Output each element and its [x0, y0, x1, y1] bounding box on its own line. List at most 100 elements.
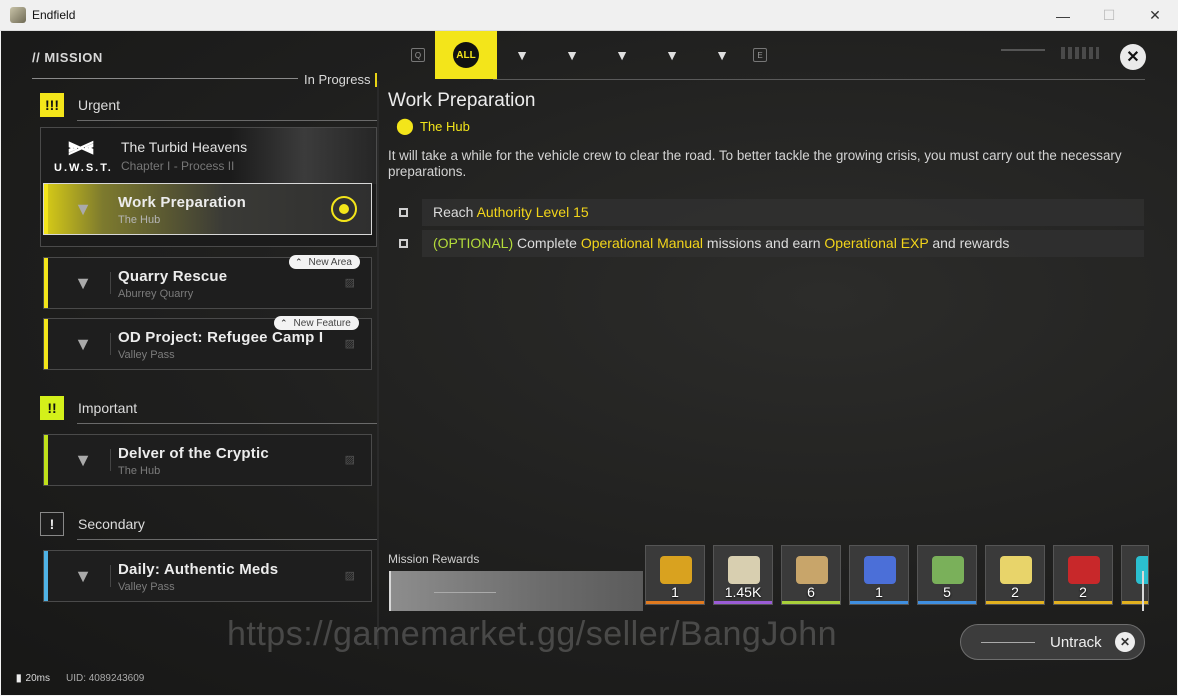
reward-item[interactable]: 2: [1053, 545, 1113, 605]
list-item-work-preparation[interactable]: ▼ Work Preparation The Hub: [43, 183, 372, 235]
rarity-bar: [782, 601, 840, 604]
task-accent: [44, 319, 48, 369]
reward-item[interactable]: 1.45K: [713, 545, 773, 605]
reward-count: 6: [807, 584, 815, 600]
list-item-delver[interactable]: ▼ Delver of the Cryptic The Hub ▨: [43, 434, 372, 486]
e-key-icon[interactable]: E: [753, 48, 767, 62]
tab-urgent-icon[interactable]: ▼: [497, 31, 547, 79]
objective-row: Reach Authority Level 15: [388, 199, 1144, 226]
secondary-badge-icon: !: [40, 512, 64, 536]
untrack-button[interactable]: Untrack ✕: [960, 624, 1145, 660]
decoration: [434, 592, 496, 593]
search-key-icon[interactable]: Q: [411, 48, 425, 62]
section-label: Important: [78, 400, 138, 416]
task-accent: [44, 184, 48, 234]
rewards-list: 1 1.45K 6 1 5 2 2: [645, 545, 1149, 605]
section-secondary: ! Secondary: [40, 512, 145, 536]
divider: [77, 423, 377, 424]
close-icon[interactable]: ✕: [1120, 44, 1146, 70]
tab-all-label: ALL: [453, 42, 479, 68]
reward-item[interactable]: 2: [985, 545, 1045, 605]
stripes-icon: ▨: [344, 277, 355, 289]
important-badge-icon: !!: [40, 396, 64, 420]
window-title: Endfield: [32, 8, 76, 22]
task-title: OD Project: Refugee Camp I: [118, 329, 324, 346]
task-title: Quarry Rescue: [118, 268, 228, 285]
task-title: Delver of the Cryptic: [118, 445, 269, 462]
section-urgent: !!! Urgent: [40, 93, 120, 117]
watermark: https://gamemarket.gg/seller/BangJohn: [227, 615, 838, 653]
uwst-logo-icon: ⫸⫷ U.W.S.T.: [54, 133, 113, 174]
ticket-icon: [728, 556, 760, 584]
tab-important-icon[interactable]: ▼: [547, 31, 597, 79]
tracking-target-icon[interactable]: [331, 196, 357, 222]
task-accent: [44, 551, 48, 601]
untrack-label: Untrack: [1050, 634, 1102, 651]
status-bar: ▮ 20ms UID: 4089243609: [16, 673, 144, 684]
mission-type-icon: ▼: [74, 333, 92, 354]
reward-item[interactable]: 1: [645, 545, 705, 605]
divider: [110, 333, 111, 355]
chevron-up-icon: ⌃: [295, 256, 303, 267]
uid-value: UID: 4089243609: [65, 673, 145, 684]
red-crystal-icon: [1068, 556, 1100, 584]
rarity-bar: [714, 601, 772, 604]
chevron-up-icon: ⌃: [280, 317, 288, 328]
maximize-button[interactable]: ☐: [1086, 0, 1132, 31]
rarity-bar: [1054, 601, 1112, 604]
ping-value: 20ms: [25, 673, 50, 684]
stripes-icon: ▨: [344, 454, 355, 466]
app-icon: [10, 7, 26, 23]
reward-count: 1: [875, 584, 883, 600]
close-icon: ✕: [1115, 632, 1135, 652]
mission-description: It will take a while for the vehicle cre…: [388, 148, 1122, 179]
close-window-button[interactable]: ✕: [1132, 0, 1178, 31]
divider: [77, 120, 377, 121]
in-progress-filter[interactable]: In Progress: [304, 72, 370, 87]
reward-count: 2: [1011, 584, 1019, 600]
reward-item[interactable]: 1: [849, 545, 909, 605]
list-scrollbar[interactable]: [377, 81, 379, 649]
decoration: [1061, 47, 1099, 59]
task-location: Valley Pass: [118, 349, 175, 361]
tab-other-icon[interactable]: ▼: [697, 31, 747, 79]
reward-count: 5: [943, 584, 951, 600]
divider: [32, 78, 298, 79]
mission-section-title: // MISSION: [32, 50, 103, 65]
rewards-bar: [389, 571, 643, 611]
mission-detail-title: Work Preparation: [388, 90, 536, 111]
rarity-bar: [986, 601, 1044, 604]
tab-all[interactable]: ALL: [435, 31, 497, 79]
new-feature-tag: ⌃ New Feature: [274, 316, 359, 330]
location-pin-icon: ⬤: [396, 118, 414, 135]
reward-item[interactable]: [1121, 545, 1149, 605]
checkbox-icon: [399, 239, 408, 248]
checkbox-icon: [399, 208, 408, 217]
minimize-button[interactable]: —: [1040, 0, 1086, 31]
reward-item[interactable]: 6: [781, 545, 841, 605]
task-location: The Hub: [118, 465, 161, 477]
rewards-edge: [1142, 571, 1144, 611]
gold-crystal-icon: [660, 556, 692, 584]
circuit-icon: [932, 556, 964, 584]
divider: [110, 449, 111, 471]
blue-crystal-icon: [864, 556, 896, 584]
mission-tabs: Q ALL ▼ ▼ ▼ ▼ ▼ E: [405, 31, 777, 79]
task-accent: [44, 258, 48, 308]
section-important: !! Important: [40, 396, 137, 420]
divider: [110, 565, 111, 587]
mission-type-icon: ▼: [74, 565, 92, 586]
signal-icon: ▮: [16, 673, 22, 684]
list-item-daily-meds[interactable]: ▼ Daily: Authentic Meds Valley Pass ▨: [43, 550, 372, 602]
reward-count: 2: [1079, 584, 1087, 600]
tab-daily-icon[interactable]: ▼: [647, 31, 697, 79]
task-accent: [44, 435, 48, 485]
decoration: [1001, 49, 1045, 57]
objective-row: (OPTIONAL) Complete Operational Manual m…: [388, 230, 1144, 257]
reward-item[interactable]: 5: [917, 545, 977, 605]
divider: [77, 539, 377, 540]
urgent-badge-icon: !!!: [40, 93, 64, 117]
title-bar: Endfield — ☐ ✕: [0, 0, 1178, 31]
tab-secondary-icon[interactable]: ▼: [597, 31, 647, 79]
task-location: Valley Pass: [118, 581, 175, 593]
